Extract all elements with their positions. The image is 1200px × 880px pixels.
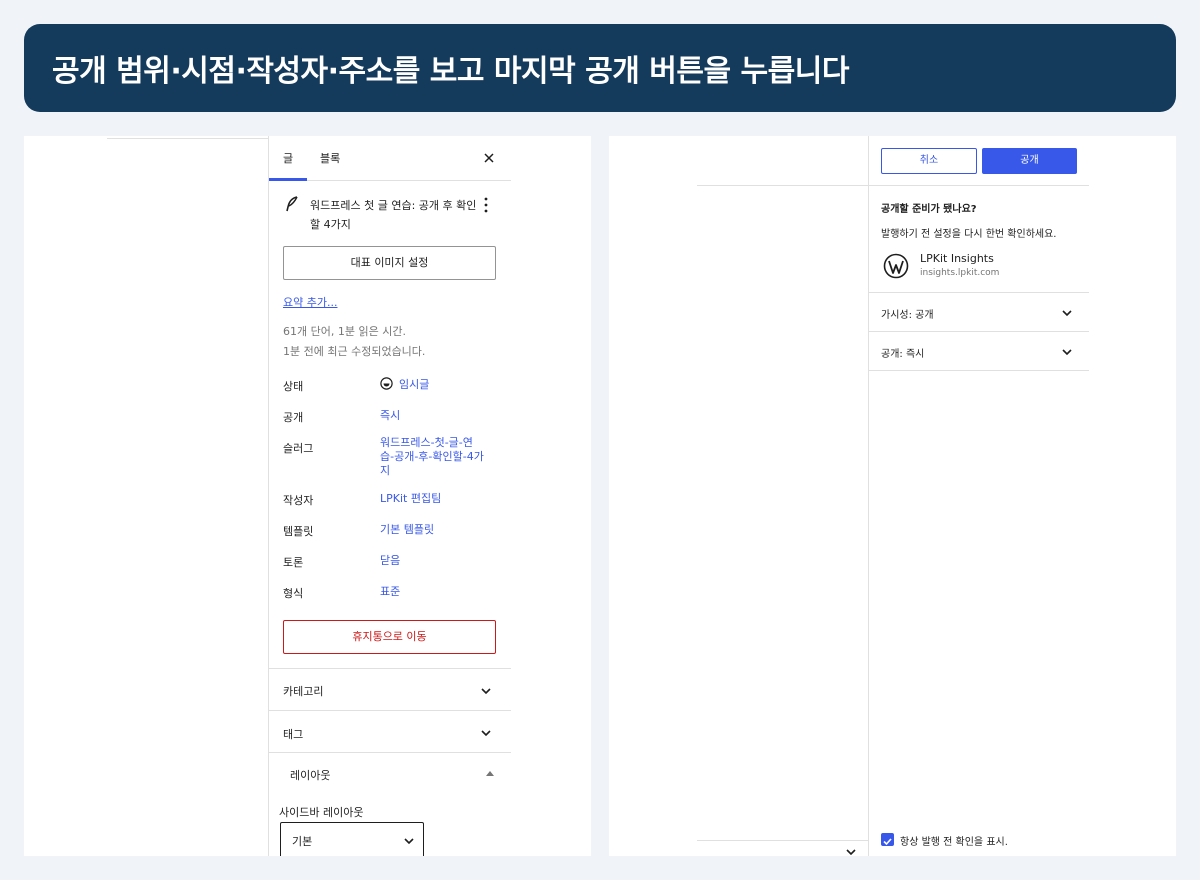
- visibility-row[interactable]: 가시성: 공개: [869, 292, 1089, 331]
- format-label: 형식: [283, 587, 304, 600]
- quill-icon: [286, 196, 298, 212]
- pre-publish-panel: 취소 공개 공개할 준비가 됐나요? 발행하기 전 설정을 다시 한번 확인하세…: [868, 136, 1089, 856]
- wordpress-logo-icon: [883, 253, 909, 279]
- ready-to-publish-title: 공개할 준비가 됐나요?: [881, 204, 977, 215]
- publish-time-row[interactable]: 공개: 즉시: [869, 331, 1089, 370]
- sidebar-tabs: 글 블록: [269, 136, 511, 181]
- chevron-down-icon: [481, 730, 491, 737]
- post-title: 워드프레스 첫 글 연습: 공개 후 확인할 4가지: [310, 199, 477, 231]
- site-url: insights.lpkit.com: [920, 268, 1000, 278]
- instruction-banner: 공개 범위·시점·작성자·주소를 보고 마지막 공개 버튼을 누릅니다: [24, 24, 1176, 112]
- post-settings-sidebar: 글 블록 워드프레스 첫 글 연습: 공개 후 확인할 4가지 대표 이미지 설…: [268, 136, 511, 856]
- word-count-text: 61개 단어, 1분 읽은 시간.: [283, 325, 406, 338]
- tab-post[interactable]: 글: [283, 136, 293, 181]
- always-show-checkbox[interactable]: [881, 833, 894, 846]
- publish-label: 공개: [283, 411, 304, 424]
- visibility-row-label: 가시성: 공개: [881, 310, 934, 321]
- close-icon[interactable]: [481, 150, 497, 166]
- chevron-down-icon: [846, 849, 856, 856]
- sidebar-layout-select-value: 기본: [292, 835, 313, 848]
- author-value[interactable]: LPKit 편집팀: [380, 492, 441, 506]
- format-value[interactable]: 표준: [380, 585, 400, 599]
- move-to-trash-button[interactable]: 휴지통으로 이동: [283, 620, 496, 654]
- chevron-down-icon: [404, 838, 414, 845]
- ready-to-publish-description: 발행하기 전 설정을 다시 한번 확인하세요.: [881, 229, 1057, 240]
- tab-block[interactable]: 블록: [320, 136, 340, 181]
- discussion-value[interactable]: 닫음: [380, 554, 400, 568]
- sidebar-layout-select[interactable]: 기본: [280, 822, 424, 856]
- checkmark-icon: [883, 838, 892, 846]
- layout-panel[interactable]: 레이아웃: [269, 752, 511, 792]
- publish-value[interactable]: 즉시: [380, 409, 400, 423]
- template-value[interactable]: 기본 템플릿: [380, 523, 434, 537]
- categories-panel-label: 카테고리: [283, 685, 324, 698]
- rows-bottom-divider: [869, 370, 1089, 371]
- status-value[interactable]: 임시글: [380, 377, 429, 392]
- active-tab-indicator: [269, 178, 307, 181]
- editor-header-divider: [697, 185, 869, 186]
- site-name: LPKit Insights: [920, 252, 994, 265]
- draft-status-icon: [380, 377, 393, 390]
- chevron-up-icon: [486, 771, 494, 776]
- post-settings-screenshot: 글 블록 워드프레스 첫 글 연습: 공개 후 확인할 4가지 대표 이미지 설…: [24, 136, 591, 856]
- add-excerpt-link[interactable]: 요약 추가...: [283, 294, 337, 310]
- categories-panel[interactable]: 카테고리: [269, 668, 511, 710]
- layout-panel-label: 레이아웃: [290, 769, 331, 782]
- editor-top-divider: [107, 138, 268, 139]
- cancel-button[interactable]: 취소: [881, 148, 977, 174]
- tags-panel-label: 태그: [283, 728, 304, 741]
- editor-bottom-divider: [697, 840, 869, 841]
- slug-value[interactable]: 워드프레스-첫-글-연습-공개-후-확인할-4가지: [380, 436, 485, 478]
- more-options-icon[interactable]: [481, 196, 491, 214]
- header-divider: [869, 185, 1089, 186]
- last-modified-text: 1분 전에 최근 수정되었습니다.: [283, 345, 426, 358]
- banner-title: 공개 범위·시점·작성자·주소를 보고 마지막 공개 버튼을 누릅니다: [52, 54, 849, 89]
- always-show-checkbox-label: 항상 발행 전 확인을 표시.: [900, 837, 1008, 848]
- chevron-down-icon: [1062, 310, 1072, 317]
- chevron-down-icon: [481, 688, 491, 695]
- publish-button[interactable]: 공개: [982, 148, 1077, 174]
- template-label: 템플릿: [283, 525, 314, 538]
- tags-panel[interactable]: 태그: [269, 710, 511, 752]
- discussion-label: 토론: [283, 556, 304, 569]
- slug-label: 슬러그: [283, 442, 314, 455]
- sidebar-layout-label: 사이드바 레이아웃: [279, 806, 364, 819]
- publish-time-row-label: 공개: 즉시: [881, 349, 925, 360]
- status-label: 상태: [283, 380, 304, 393]
- status-value-text: 임시글: [399, 378, 430, 391]
- set-featured-image-button[interactable]: 대표 이미지 설정: [283, 246, 496, 280]
- chevron-down-icon: [1062, 349, 1072, 356]
- pre-publish-screenshot: 취소 공개 공개할 준비가 됐나요? 발행하기 전 설정을 다시 한번 확인하세…: [609, 136, 1176, 856]
- author-label: 작성자: [283, 494, 314, 507]
